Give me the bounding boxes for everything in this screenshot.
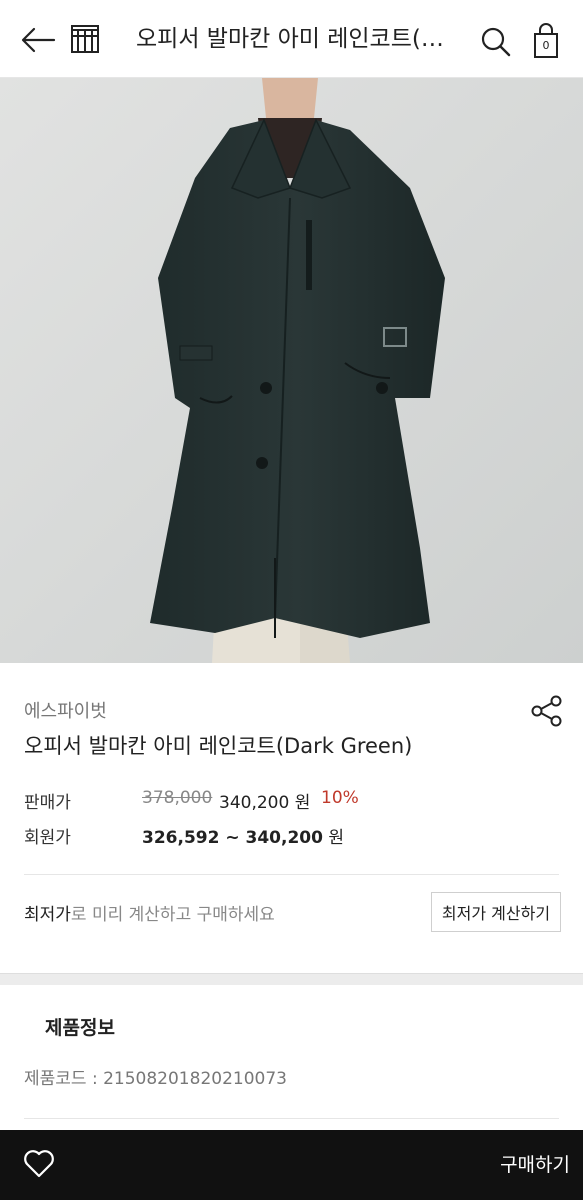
store-home-button[interactable] — [68, 22, 102, 56]
sale-price: 340,200 원 — [219, 793, 311, 813]
bottom-action-bar: 구매하기 — [0, 1130, 583, 1200]
divider — [24, 1118, 559, 1119]
back-button[interactable] — [18, 22, 58, 58]
arrow-left-icon — [21, 27, 56, 53]
top-app-bar: 오피서 발마칸 아미 레인코트(Dark Green) 0 — [0, 0, 583, 78]
share-icon — [531, 695, 562, 727]
brand-name[interactable]: 에스파이벗 — [24, 697, 107, 723]
member-price-label: 회원가 — [24, 828, 71, 848]
buy-button[interactable]: 구매하기 — [460, 1148, 570, 1182]
cart-button[interactable]: 0 — [528, 22, 564, 60]
search-icon — [481, 27, 511, 57]
product-photo — [0, 78, 583, 663]
member-price: 326,592 ~ 340,200 원 — [142, 823, 344, 848]
cart-count-badge: 0 — [542, 39, 550, 52]
member-price-range: 326,592 ~ 340,200 — [142, 828, 323, 848]
lowest-price-hint-bold: 최저가 — [24, 905, 71, 925]
product-name: 오피서 발마칸 아미 레인코트(Dark Green) — [24, 734, 413, 758]
product-image[interactable] — [0, 78, 583, 663]
divider — [24, 874, 559, 875]
lowest-price-hint: 최저가로 미리 계산하고 구매하세요 — [24, 900, 275, 925]
discount-rate: 10% — [321, 788, 359, 808]
share-button[interactable] — [530, 694, 564, 728]
lowest-price-hint-rest: 로 미리 계산하고 구매하세요 — [70, 905, 275, 925]
lowest-price-calc-button[interactable]: 최저가 계산하기 — [431, 892, 561, 932]
sale-price-label: 판매가 — [24, 793, 71, 813]
heart-icon — [24, 1150, 54, 1178]
product-code: 제품코드 : 21508201820210073 — [24, 1069, 287, 1089]
wishlist-button[interactable] — [22, 1148, 56, 1180]
section-separator — [0, 973, 583, 985]
page-title: 오피서 발마칸 아미 레인코트(Dark Green) — [136, 26, 456, 52]
member-price-unit: 원 — [322, 828, 344, 848]
store-icon — [71, 25, 99, 53]
search-button[interactable] — [478, 24, 514, 60]
original-price: 378,000 — [142, 788, 213, 808]
product-info-title: 제품정보 — [45, 1017, 115, 1039]
